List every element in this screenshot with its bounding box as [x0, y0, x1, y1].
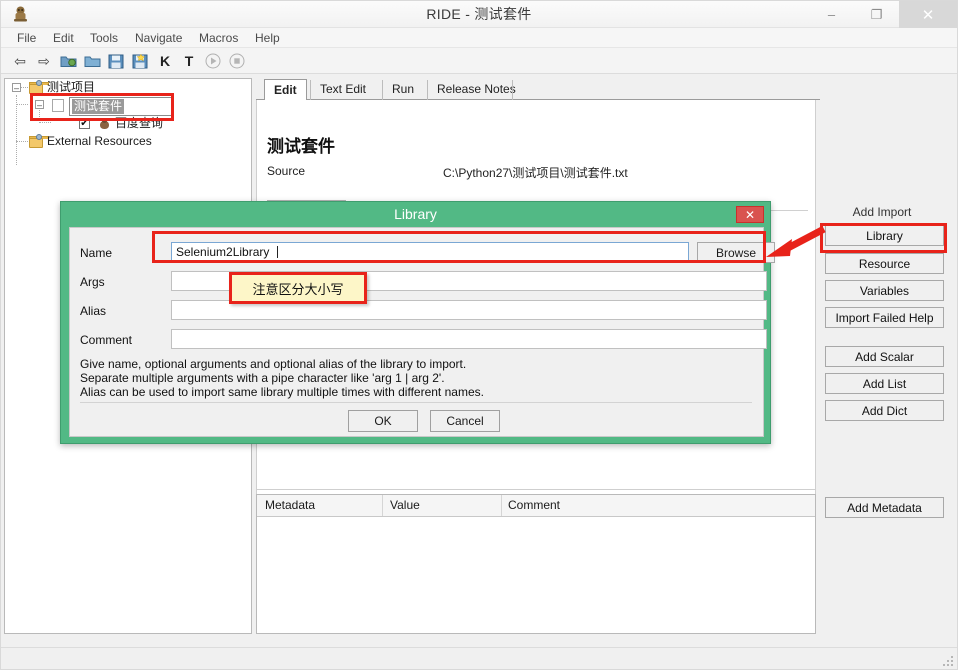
- dialog-divider: [80, 402, 752, 403]
- menu-macros[interactable]: Macros: [193, 30, 244, 46]
- tree-node-label: External Resources: [47, 134, 152, 148]
- run-icon[interactable]: [204, 52, 222, 70]
- maximize-button[interactable]: ❐: [854, 1, 899, 28]
- status-bar: [1, 647, 957, 669]
- add-list-button[interactable]: Add List: [825, 373, 944, 394]
- add-dict-button[interactable]: Add Dict: [825, 400, 944, 421]
- metadata-table-header: Metadata Value Comment: [257, 495, 815, 517]
- add-import-resource-button[interactable]: Resource: [825, 253, 944, 274]
- tree-node-project[interactable]: 测试项目: [47, 79, 95, 96]
- menu-navigate[interactable]: Navigate: [129, 30, 188, 46]
- menu-file[interactable]: File: [11, 30, 42, 46]
- test-case-icon: [98, 119, 111, 130]
- tree-line: [16, 104, 28, 105]
- tree-line: [16, 141, 28, 142]
- text-caret: [276, 246, 278, 258]
- add-scalar-button[interactable]: Add Scalar: [825, 346, 944, 367]
- menu-edit[interactable]: Edit: [47, 30, 80, 46]
- tree-node-label: 百度查询: [115, 116, 164, 130]
- save-icon[interactable]: [107, 52, 125, 70]
- back-arrow-icon[interactable]: ⇦: [11, 52, 29, 70]
- save-all-icon[interactable]: [131, 52, 149, 70]
- right-button-panel: Add Import Library Resource Variables Im…: [820, 78, 954, 634]
- dialog-help-line-2: Separate multiple arguments with a pipe …: [80, 371, 445, 385]
- tab-release-notes[interactable]: Release Notes: [427, 80, 525, 100]
- forward-arrow-icon[interactable]: ⇨: [35, 52, 53, 70]
- window-controls: – ❐ ✕: [809, 1, 957, 28]
- ride-application-window: RIDE - 测试套件 – ❐ ✕ File Edit Tools Naviga…: [0, 0, 958, 670]
- stop-icon[interactable]: [228, 52, 246, 70]
- tree-line: [39, 122, 51, 123]
- tree-node-external-resources[interactable]: External Resources: [47, 133, 152, 150]
- tab-run[interactable]: Run: [382, 80, 423, 100]
- tab-text-edit[interactable]: Text Edit: [310, 80, 375, 100]
- tree-expander-suite[interactable]: –: [35, 100, 44, 110]
- tab-strip-end: [512, 80, 513, 100]
- add-import-label: Add Import: [852, 205, 912, 219]
- comment-input[interactable]: [171, 329, 767, 349]
- tab-edit[interactable]: Edit: [264, 79, 307, 101]
- tree-expander-project[interactable]: –: [12, 83, 21, 93]
- ok-button[interactable]: OK: [348, 410, 418, 432]
- add-metadata-button[interactable]: Add Metadata: [825, 497, 944, 518]
- tree-node-label-suite: 测试套件: [72, 99, 125, 114]
- resize-grip-icon[interactable]: [943, 656, 953, 666]
- library-import-dialog: Library ✕ Name Selenium2Library Browse A…: [60, 201, 775, 444]
- project-folder-icon: [29, 80, 49, 94]
- open-directory-icon[interactable]: [59, 52, 77, 70]
- column-header-metadata[interactable]: Metadata: [265, 495, 315, 516]
- title-bar: RIDE - 测试套件 – ❐ ✕: [1, 1, 957, 28]
- name-input[interactable]: Selenium2Library: [171, 242, 689, 262]
- resources-folder-icon: [29, 134, 49, 148]
- source-label: Source: [267, 164, 306, 178]
- alias-field-label: Alias: [80, 304, 107, 318]
- open-folder-icon[interactable]: [83, 52, 101, 70]
- tree-node-checkbox[interactable]: ✔: [79, 118, 90, 129]
- suite-file-icon: [52, 99, 64, 112]
- column-header-comment[interactable]: Comment: [508, 495, 560, 516]
- comment-field-label: Comment: [80, 333, 133, 347]
- browse-button[interactable]: Browse: [697, 242, 775, 263]
- add-import-variables-button[interactable]: Variables: [825, 280, 944, 301]
- menu-bar: File Edit Tools Navigate Macros Help: [1, 28, 957, 48]
- add-import-library-button[interactable]: Library: [825, 225, 944, 246]
- tree-line: [16, 95, 17, 165]
- args-field-label: Args: [80, 275, 105, 289]
- dialog-body: Name Selenium2Library Browse Args Alias …: [69, 227, 775, 437]
- name-field-label: Name: [80, 246, 113, 260]
- close-button[interactable]: ✕: [899, 1, 957, 28]
- metadata-table[interactable]: Metadata Value Comment: [256, 494, 816, 634]
- dialog-help-line-1: Give name, optional arguments and option…: [80, 357, 467, 371]
- search-tests-icon[interactable]: T: [180, 52, 198, 70]
- menu-help[interactable]: Help: [249, 30, 286, 46]
- tree-node-label: 测试项目: [47, 80, 96, 94]
- cancel-button[interactable]: Cancel: [430, 410, 500, 432]
- dialog-close-button[interactable]: ✕: [736, 206, 764, 223]
- import-failed-help-button[interactable]: Import Failed Help: [825, 307, 944, 328]
- column-header-value[interactable]: Value: [390, 495, 420, 516]
- dialog-help-line-3: Alias can be used to import same library…: [80, 385, 484, 399]
- source-path: C:\Python27\测试项目\测试套件.txt: [443, 166, 628, 180]
- menu-tools[interactable]: Tools: [84, 30, 124, 46]
- name-input-value: Selenium2Library: [176, 245, 273, 259]
- minimize-button[interactable]: –: [809, 1, 854, 28]
- annotation-tooltip: 注意区分大小写: [229, 272, 367, 304]
- dialog-title: Library: [394, 206, 437, 222]
- tree-node-testcase[interactable]: 百度查询: [115, 115, 163, 132]
- toolbar: ⇦ ⇨ K T: [1, 48, 957, 74]
- search-keyword-icon[interactable]: K: [156, 52, 174, 70]
- page-title: 测试套件: [267, 137, 335, 156]
